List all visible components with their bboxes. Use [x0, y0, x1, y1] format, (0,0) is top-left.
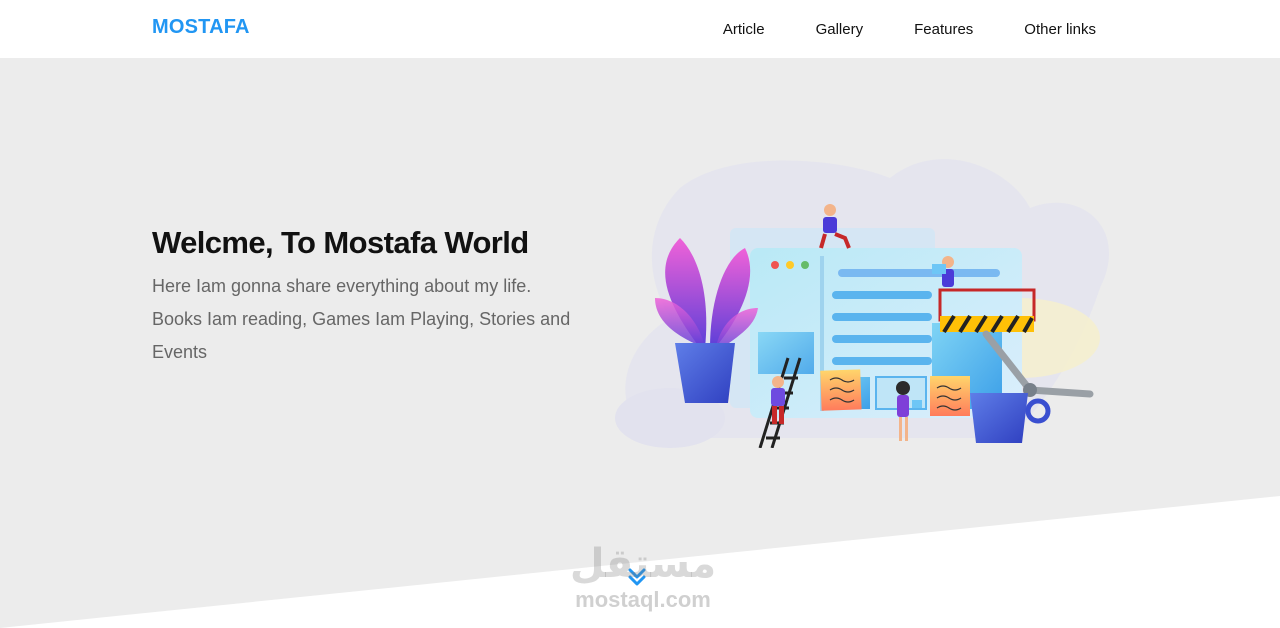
nav-link-features[interactable]: Features [914, 21, 973, 38]
hero-description-line-2: Books Iam reading, Games Iam Playing, St… [152, 309, 571, 329]
hero-description: Here Iam gonna share everything about my… [152, 270, 592, 369]
watermark-latin-text: mostaql.com [575, 587, 711, 612]
watermark-arabic-text: مستقل [569, 541, 717, 587]
hero-description-line-3: Events [152, 342, 208, 362]
navbar: MOSTAFA Article Gallery Features Other l… [0, 0, 1280, 58]
hero-text: Welcme, To Mostafa World Here Iam gonna … [152, 224, 592, 369]
mostaql-watermark: مستقل mostaql.com [563, 540, 723, 620]
website-construction-illustration [615, 159, 1110, 448]
hero-description-line-1: Here Iam gonna share everything about my… [152, 276, 532, 296]
nav-link-article[interactable]: Article [723, 21, 765, 38]
site-logo[interactable]: MOSTAFA [152, 16, 250, 39]
hero-title: Welcme, To Mostafa World [152, 225, 529, 260]
nav-link-gallery[interactable]: Gallery [816, 21, 864, 38]
nav-link-other-links[interactable]: Other links [1024, 21, 1096, 38]
nav-links: Article Gallery Features Other links [672, 0, 1096, 58]
